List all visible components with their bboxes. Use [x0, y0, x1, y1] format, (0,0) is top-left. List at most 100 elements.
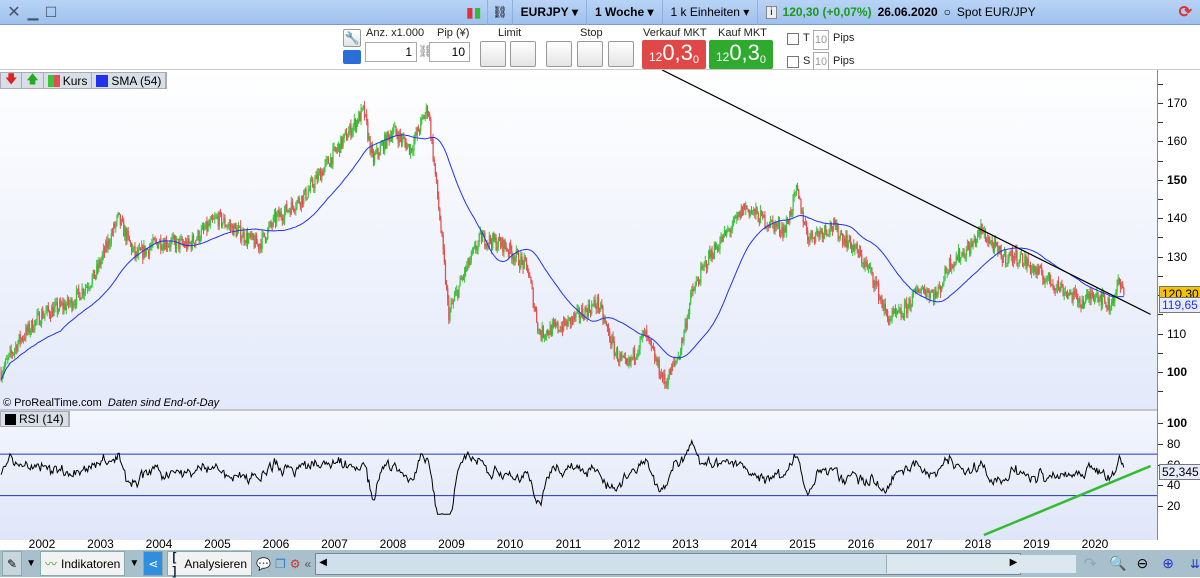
take-profit-checkbox[interactable]: [787, 33, 799, 45]
candle: [669, 369, 672, 375]
maximize-icon[interactable]: ☐: [42, 4, 60, 21]
candle: [1115, 291, 1117, 295]
stop-button-2[interactable]: [577, 41, 603, 67]
windows-icon[interactable]: ❐: [275, 557, 286, 571]
legend-kurs[interactable]: Kurs: [44, 73, 93, 88]
link-icon[interactable]: ⛓: [487, 0, 511, 25]
candle: [531, 282, 533, 289]
share-icon[interactable]: ⋖: [143, 551, 164, 576]
candle: [953, 262, 955, 269]
candle: [1034, 268, 1036, 272]
zoom-out-icon[interactable]: ⊖: [1136, 555, 1148, 572]
symbol-dropdown[interactable]: EURJPY ▾: [511, 0, 586, 25]
candle: [935, 290, 937, 297]
candle: [548, 333, 550, 335]
candle: [360, 108, 362, 122]
candle: [1118, 278, 1120, 283]
legend-sma[interactable]: SMA (54): [92, 73, 167, 88]
candle: [756, 207, 758, 213]
analyze-button[interactable]: [ ] Analysieren: [167, 550, 253, 578]
price-axis[interactable]: 17016015014013012011010010080604020120,3…: [1157, 70, 1200, 540]
candle: [3, 365, 6, 371]
candle: [894, 308, 897, 314]
stop-button-3[interactable]: [608, 41, 634, 67]
candle: [659, 375, 661, 378]
comment-icon[interactable]: 💬: [256, 557, 271, 571]
candle: [6, 358, 8, 360]
candle: [128, 236, 130, 242]
period-dropdown[interactable]: 1 Woche ▾: [586, 0, 661, 25]
time-tick-label: 2009: [438, 537, 465, 551]
units-dropdown[interactable]: 1 k Einheiten ▾: [661, 0, 758, 25]
candle: [369, 136, 371, 153]
qty-input[interactable]: 1: [365, 42, 417, 62]
draw-tool-icon[interactable]: ✎: [2, 551, 23, 576]
minimize-icon[interactable]: ▁: [24, 4, 42, 21]
candle: [974, 238, 976, 245]
candle: [609, 331, 611, 342]
candle: [542, 326, 544, 338]
candle: [407, 144, 409, 146]
candle: [207, 223, 209, 231]
candle: [72, 305, 74, 310]
chart-area[interactable]: [0, 70, 1157, 540]
buy-market-button[interactable]: 12 0,3 0: [709, 40, 773, 69]
draw-menu-chevron-icon[interactable]: ▼: [26, 558, 36, 569]
scrollbar-thumb[interactable]: [886, 554, 1077, 573]
candle: [1064, 291, 1066, 293]
candle: [180, 238, 182, 240]
horizontal-scrollbar[interactable]: ◀ ▶: [315, 552, 1077, 575]
zoom-fit-icon[interactable]: 🔍: [1109, 555, 1126, 572]
keyboard-icon[interactable]: [343, 50, 361, 64]
candle: [874, 281, 876, 287]
limit-sell-button[interactable]: [480, 41, 506, 67]
candle: [482, 235, 484, 243]
candle: [792, 196, 794, 212]
candle-chart-icon[interactable]: ▮▮: [466, 4, 481, 21]
candle: [781, 227, 783, 234]
candle: [1107, 298, 1109, 310]
wrench-icon[interactable]: 🔧: [343, 29, 361, 47]
candle: [932, 291, 934, 293]
candle: [763, 214, 765, 218]
collapse-up-button[interactable]: 🡅: [22, 72, 44, 88]
candle: [804, 222, 807, 225]
spot-radio[interactable]: ○: [944, 5, 951, 19]
candle: [125, 228, 127, 242]
info-icon[interactable]: i: [766, 5, 777, 19]
chart-settings-icon[interactable]: ⚙: [290, 557, 301, 571]
time-axis[interactable]: 2002 2003 2004 2005 2006 2007 2008 2009 2010 2011…: [0, 537, 1200, 551]
collapse-down-button[interactable]: 🡇: [1, 72, 23, 88]
pip-label: Pip (¥): [437, 27, 470, 39]
candle: [149, 248, 151, 256]
candle: [505, 246, 507, 251]
stop-loss-pips-input[interactable]: 10: [813, 52, 829, 72]
sell-market-button[interactable]: 12 0,3 0: [642, 40, 706, 69]
candle: [568, 317, 570, 319]
candle: [664, 373, 666, 384]
zoom-in-icon[interactable]: ⊕: [1162, 555, 1174, 572]
scroll-start-icon[interactable]: «: [305, 557, 312, 571]
close-icon[interactable]: ✕: [4, 2, 24, 22]
candle: [1032, 265, 1034, 269]
stop-loss-checkbox[interactable]: [787, 56, 799, 68]
candle: [1044, 281, 1046, 284]
candle: [41, 311, 43, 324]
candle: [261, 233, 263, 249]
stop-button-1[interactable]: [546, 41, 572, 67]
limit-buy-button[interactable]: [510, 41, 536, 67]
pip-input[interactable]: 10: [429, 42, 470, 62]
indicators-button[interactable]: 〰 Indikatoren: [39, 551, 126, 576]
candle: [970, 242, 972, 254]
candle: [856, 243, 858, 251]
legend-rsi[interactable]: RSI (14): [1, 412, 69, 426]
candle: [359, 112, 361, 122]
candle: [944, 267, 946, 281]
take-profit-pips-input[interactable]: 10: [813, 30, 829, 50]
candle: [630, 357, 632, 363]
scroll-latest-icon[interactable]: ⇊: [1190, 557, 1200, 571]
candle: [735, 217, 737, 219]
indicators-chevron-icon[interactable]: ▼: [129, 558, 139, 569]
redo-icon[interactable]: ↷: [1084, 554, 1097, 574]
candle: [585, 307, 587, 311]
